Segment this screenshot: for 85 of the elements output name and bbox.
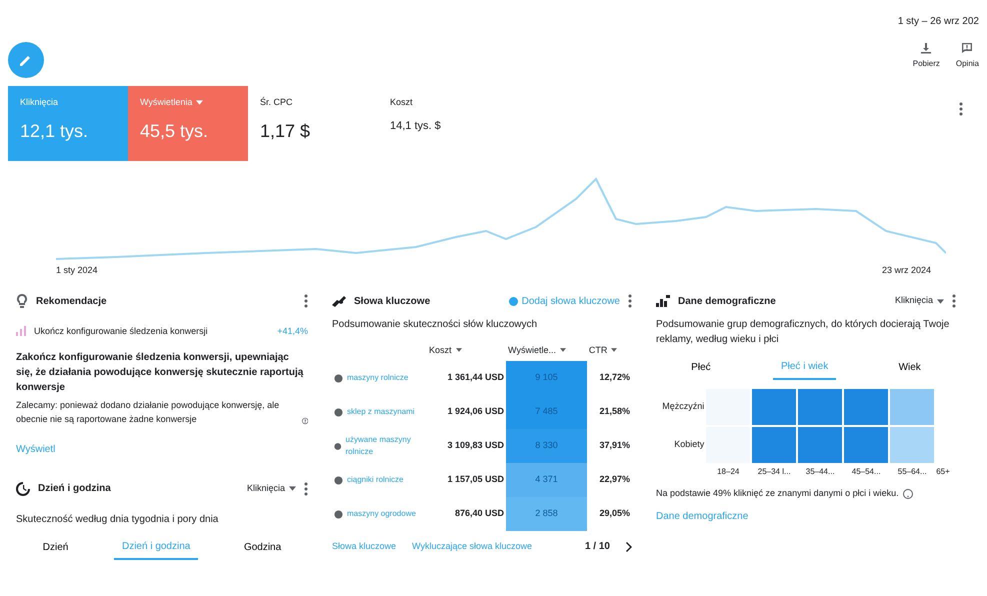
plus-circle-icon [508,296,518,306]
clock-icon [16,482,30,496]
card-title: Dzień i godzina [38,482,111,496]
axis-label: 23 wrz 2024 [882,264,931,277]
heat-cell: 7 485 [506,395,587,429]
recommendation-title: Ukończ konfigurowanie śledzenia konwersji [34,324,208,338]
caret-icon [937,298,944,304]
more-options-button[interactable] [959,102,963,116]
section-subtitle: Skuteczność według dnia tygodnia i pory dnia [16,513,220,527]
axis-label: 45–54... [852,466,881,476]
feedback-icon [961,42,974,54]
axis-label: 65+ [936,466,950,476]
status-icon [334,510,343,518]
more-options-icon [628,294,632,308]
toolbar-button[interactable]: Opinia [956,42,979,70]
status-icon [334,476,343,484]
tab[interactable]: Godzina [236,535,290,560]
toolbar-button[interactable]: Pobierz [912,42,940,70]
section-subtitle: Podsumowanie skuteczności słów kluczowych [332,318,538,332]
date-range[interactable]: 1 sty – 26 wrz 202 [898,14,979,28]
table-cell: 3 109,83 USD [427,429,506,463]
sort-caret-icon [456,348,462,352]
more-options-button[interactable] [952,294,956,308]
metric-dropdown[interactable]: Kliknięcia [246,482,296,496]
tab[interactable]: Płeć [683,354,719,380]
section-subtitle: Podsumowanie grup demograficznych, do których docierają Twoje reklamy, według wieku i płci [656,318,950,346]
card-title: Dane demograficzne [678,294,776,308]
sort-caret-icon [611,348,618,352]
column-header[interactable]: CTR [588,344,618,357]
heat-cell: 8 330 [506,429,587,463]
metric-item[interactable]: Koszt 14,1 tys. $ [378,86,508,161]
metric-dropdown[interactable]: Kliknięcia [894,294,944,308]
heat-cell: 9 105 [506,361,587,395]
chevron-right-icon [626,542,632,552]
table-cell: 22,97% [586,463,632,497]
table-cell: 29,05% [586,497,632,531]
more-options-button[interactable] [628,294,632,308]
axis-label: 25–34 l... [758,466,791,476]
uplift-value: +41,4% [277,324,308,338]
card-title: Rekomendacje [36,294,107,308]
row-label: Kobiety [673,438,706,451]
column-header[interactable]: Wyświetle... [508,344,566,357]
recommendation-detail: Zalecamy: ponieważ dodano działanie powodujące konwersję, ale obecnie nie są raportowane żadne konwersje [16,399,280,426]
download-icon [920,42,932,54]
tab[interactable]: Wiek [890,354,929,380]
help-icon [902,488,913,499]
page-indicator: 1 / 10 [584,540,610,554]
axis-label: 18–24 [717,466,740,476]
axis-label: 1 sty 2024 [56,264,98,277]
more-options-icon [959,102,963,116]
table-cell: 1 924,06 USD [427,395,506,429]
sort-caret-icon [560,348,566,352]
more-options-icon [952,294,956,308]
heat-cell: 4 371 [506,463,587,497]
help-icon [302,416,308,426]
metric-item[interactable]: Śr. CPC 1,17 $ [248,86,378,161]
table-cell: 12,72% [586,361,632,395]
more-options-icon [304,294,308,308]
card-title: Słowa kluczowe [354,294,430,308]
column-header[interactable]: Koszt [429,344,462,357]
more-options-button[interactable] [304,482,308,496]
row-label: Mężczyźni [661,400,706,413]
tab[interactable]: Dzień [34,535,76,560]
table-cell: 1 157,05 USD [427,463,506,497]
heat-cell: 2 858 [506,497,587,531]
status-icon [334,374,343,382]
recommendation-headline: Zakończ konfigurowanie śledzenia konwersji, upewniając się, że działania powodujące konwersję skutecznie raportują konwersje [16,351,304,395]
demographics-icon [656,295,670,307]
status-icon [334,442,342,450]
note-text: Na podstawie 49% kliknięć ze znanymi danymi o płci i wieku. [656,487,899,500]
next-page-button[interactable] [626,542,632,552]
more-options-button[interactable] [304,294,308,308]
edit-button[interactable] [8,42,44,78]
chart-icon [16,326,26,336]
table-cell: 37,91% [586,429,632,463]
lightbulb-icon [16,294,28,308]
caret-icon [289,486,296,491]
caret-icon [196,100,204,106]
status-icon [334,408,343,416]
table-cell: 1 361,44 USD [427,361,506,395]
table-cell: 876,40 USD [427,497,506,531]
table-cell: 21,58% [586,395,632,429]
axis-label: 35–44... [806,466,835,476]
more-options-icon [304,482,308,496]
axis-label: 55–64... [898,466,927,476]
